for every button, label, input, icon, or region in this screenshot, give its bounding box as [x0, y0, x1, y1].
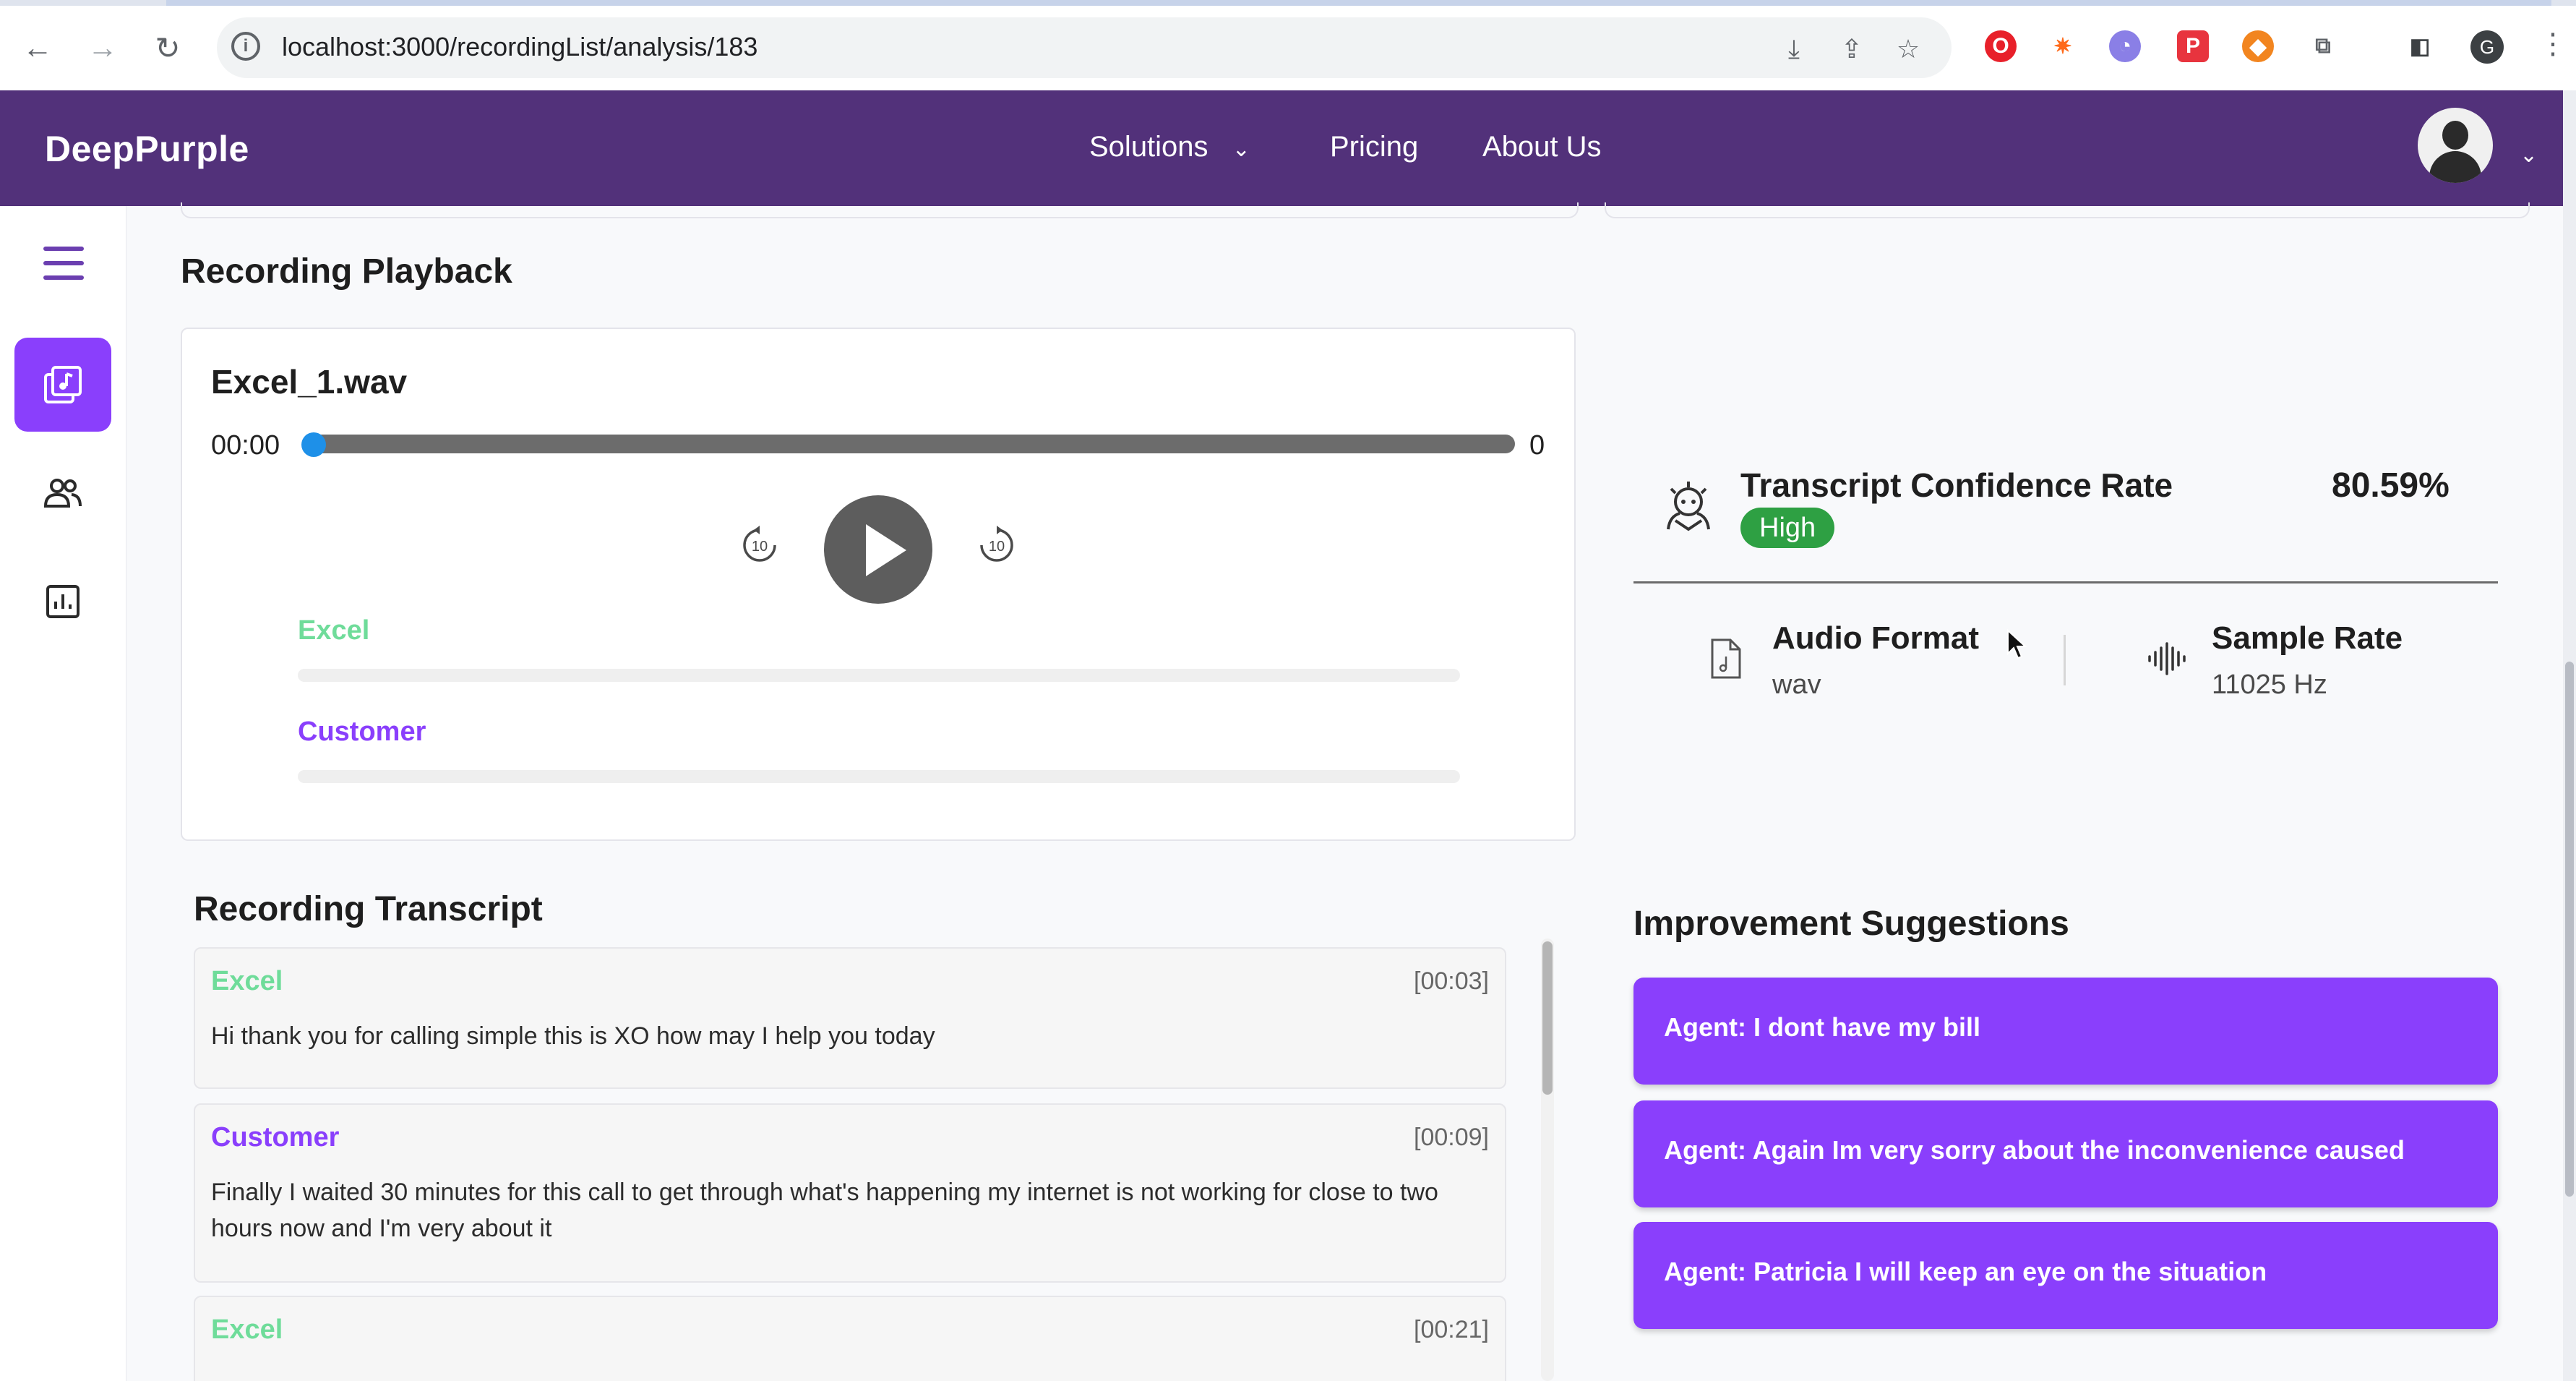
app-header: DeepPurple Solutions ⌄ Pricing About Us …: [0, 90, 2563, 206]
users-icon: [43, 479, 82, 508]
share-icon[interactable]: ⇪: [1837, 34, 1866, 64]
side-panel-icon[interactable]: ◧: [2404, 30, 2436, 62]
sample-rate-label: Sample Rate: [2212, 620, 2403, 656]
improvement-suggestions-title: Improvement Suggestions: [1633, 905, 2069, 943]
current-time: 00:00: [211, 430, 280, 461]
nav-about-us[interactable]: About Us: [1482, 131, 1602, 163]
brand-logo[interactable]: DeepPurple: [45, 128, 249, 170]
audio-player-card: Excel_1.wav 00:00 0 10 10 Excel Customer: [181, 328, 1576, 841]
user-avatar[interactable]: [2418, 108, 2493, 183]
transcript-entry: Excel [00:03] Hi thank you for calling s…: [194, 947, 1506, 1089]
nav-solutions[interactable]: Solutions ⌄: [1089, 131, 1250, 163]
seek-bar[interactable]: [312, 435, 1515, 453]
sidebar-item-users[interactable]: [14, 446, 111, 540]
meta-divider: [2064, 635, 2066, 685]
spark-extension-icon[interactable]: ✷: [2047, 30, 2079, 62]
suggestion-text: Agent: Patricia I will keep an eye on th…: [1664, 1257, 2267, 1286]
suggestion-text: Agent: Again Im very sorry about the inc…: [1664, 1135, 2405, 1165]
opera-extension-icon[interactable]: O: [1985, 30, 2017, 62]
duration: 0: [1529, 430, 1545, 461]
transcript-list[interactable]: Excel [00:03] Hi thank you for calling s…: [194, 947, 1506, 1381]
hamburger-menu-icon[interactable]: [43, 245, 84, 281]
menu-kebab-icon[interactable]: ⋮: [2538, 27, 2567, 61]
extensions-puzzle-icon[interactable]: ⧉: [2307, 30, 2339, 62]
analytics-icon: [46, 585, 80, 618]
transcript-speaker: Excel: [211, 1314, 283, 1345]
back-icon[interactable]: ←: [16, 26, 59, 69]
browser-toolbar: ← → ↻ i localhost:3000/recordingList/ana…: [0, 0, 2576, 90]
transcript-speaker: Excel: [211, 966, 283, 996]
recording-playback-title: Recording Playback: [181, 252, 512, 291]
suggestion-card[interactable]: Agent: Again Im very sorry about the inc…: [1633, 1100, 2498, 1207]
reload-icon[interactable]: ↻: [146, 26, 189, 69]
transcript-entry: Customer [00:09] Finally I waited 30 min…: [194, 1103, 1506, 1283]
recordings-icon: [44, 366, 82, 403]
transcript-timestamp: [00:21]: [1414, 1316, 1489, 1343]
speaker-timeline-customer: [298, 770, 1460, 783]
page-scrollbar[interactable]: [2563, 90, 2576, 1381]
transcript-text: Hi thank you for calling simple this is …: [211, 1022, 935, 1050]
install-app-icon[interactable]: ⤓: [1779, 34, 1808, 64]
audio-file-icon: [1711, 638, 1741, 679]
audio-format-value: wav: [1772, 670, 1821, 700]
nav-solutions-label[interactable]: Solutions: [1089, 131, 1208, 163]
transcript-speaker: Customer: [211, 1122, 340, 1153]
speaker-label-excel: Excel: [298, 615, 370, 646]
mouse-cursor-icon: [2007, 629, 2027, 659]
suggestion-text: Agent: I dont have my bill: [1664, 1012, 1981, 1042]
forward-icon[interactable]: →: [81, 26, 124, 69]
sample-rate-value: 11025 Hz: [2212, 670, 2327, 700]
ghost-extension-icon[interactable]: ◔: [2109, 30, 2141, 62]
confidence-value: 80.59%: [2332, 466, 2450, 505]
transcript-timestamp: [00:03]: [1414, 967, 1489, 995]
sidebar-item-analytics[interactable]: [14, 555, 111, 649]
forward-10-label: 10: [989, 539, 1005, 555]
audio-format-label: Audio Format: [1772, 620, 1979, 656]
rewind-10-label: 10: [752, 539, 768, 555]
address-bar[interactable]: i localhost:3000/recordingList/analysis/…: [217, 17, 1952, 78]
site-info-icon[interactable]: i: [231, 32, 260, 61]
bookmark-star-icon[interactable]: ☆: [1894, 34, 1923, 64]
recording-transcript-title: Recording Transcript: [194, 890, 543, 928]
seek-handle[interactable]: [301, 432, 326, 457]
metamask-extension-icon[interactable]: ◆: [2242, 30, 2274, 62]
rewind-10-icon[interactable]: 10: [739, 524, 781, 566]
tab-strip-edge: [0, 0, 2576, 6]
previous-card-edge: [1605, 202, 2530, 218]
url-text[interactable]: localhost:3000/recordingList/analysis/18…: [282, 32, 757, 62]
suggestion-card[interactable]: Agent: I dont have my bill: [1633, 978, 2498, 1085]
chevron-down-icon[interactable]: ⌄: [2520, 142, 2538, 168]
play-button[interactable]: [824, 495, 932, 604]
transcript-entry: Excel [00:21]: [194, 1296, 1506, 1381]
suggestion-card[interactable]: Agent: Patricia I will keep an eye on th…: [1633, 1222, 2498, 1329]
forward-10-icon[interactable]: 10: [976, 524, 1018, 566]
chevron-down-icon[interactable]: ⌄: [1232, 137, 1250, 161]
transcript-timestamp: [00:09]: [1414, 1124, 1489, 1151]
confidence-robot-icon: [1667, 482, 1710, 531]
confidence-title: Transcript Confidence Rate: [1740, 466, 2173, 504]
confidence-level-badge: High: [1740, 508, 1835, 548]
speaker-label-customer: Customer: [298, 717, 426, 747]
sidebar-item-recordings[interactable]: [14, 338, 111, 432]
profile-avatar[interactable]: G: [2470, 30, 2504, 64]
previous-card-edge: [181, 202, 1579, 218]
section-divider: [1633, 581, 2498, 583]
transcript-scrollbar[interactable]: [1541, 939, 1554, 1381]
left-sidebar: [0, 206, 126, 1381]
file-name: Excel_1.wav: [211, 363, 408, 401]
nav-pricing[interactable]: Pricing: [1330, 131, 1418, 163]
transcript-text: Finally I waited 30 minutes for this cal…: [211, 1179, 1438, 1242]
speaker-timeline-excel: [298, 669, 1460, 682]
waveform-icon: [2148, 642, 2186, 675]
pocket-extension-icon[interactable]: P: [2177, 30, 2209, 62]
